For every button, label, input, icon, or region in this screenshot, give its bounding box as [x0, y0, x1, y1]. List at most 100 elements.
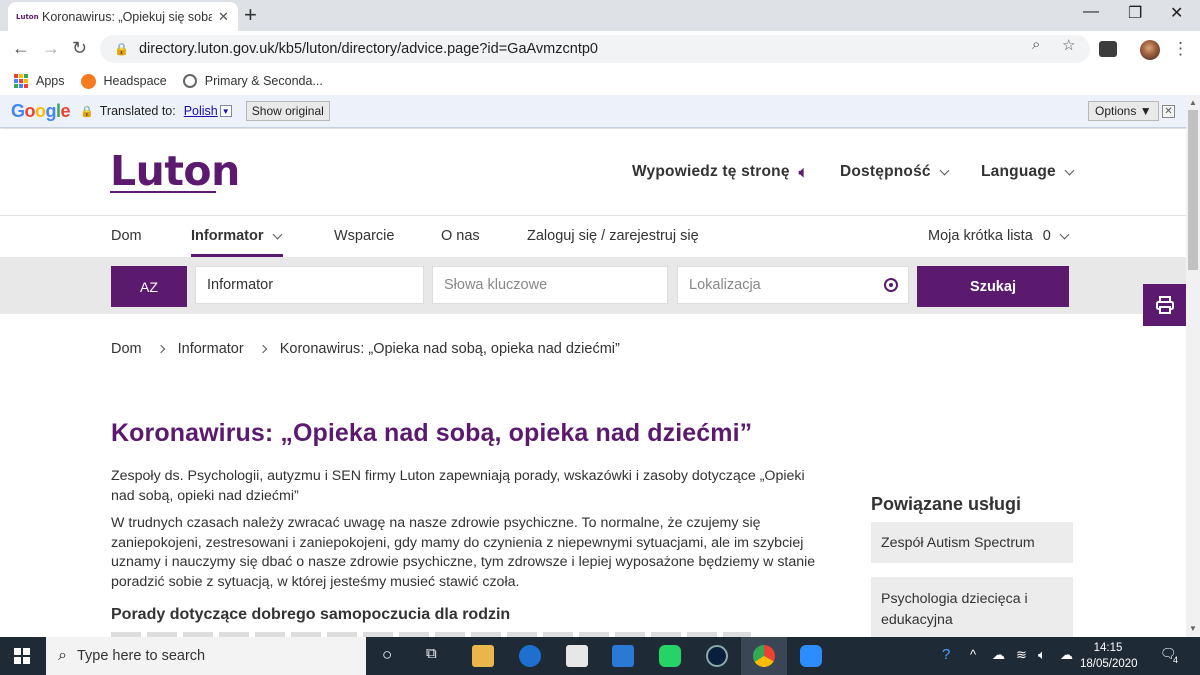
bookmark-label: Primary & Seconda...: [204, 74, 323, 88]
translate-options-button[interactable]: Options ▼: [1088, 101, 1159, 121]
nav-item-home[interactable]: Dom: [111, 228, 142, 244]
language-dropdown-icon[interactable]: ▼: [219, 105, 232, 117]
chevron-right-icon: [258, 344, 267, 354]
reload-icon[interactable]: ↻: [72, 38, 87, 59]
print-button[interactable]: [1143, 284, 1186, 326]
scroll-thumb[interactable]: [1188, 110, 1198, 270]
translate-close-icon[interactable]: ✕: [1162, 105, 1175, 118]
store-icon[interactable]: [566, 645, 588, 667]
clock-time: 14:15: [1093, 642, 1123, 654]
forward-icon[interactable]: →: [42, 38, 60, 59]
restore-icon[interactable]: ❐: [1128, 3, 1142, 23]
search-icon: ⌕: [58, 647, 67, 664]
translate-lock-icon: 🔒: [80, 105, 94, 118]
location-input[interactable]: Lokalizacja: [677, 266, 909, 304]
app-icon[interactable]: [706, 645, 728, 667]
scroll-up-icon[interactable]: ▲: [1189, 98, 1197, 107]
chevron-down-icon: [272, 229, 282, 239]
cortana-icon[interactable]: ○: [382, 645, 392, 665]
nav-directory-label: Informator: [191, 228, 264, 244]
language-menu[interactable]: Language: [981, 163, 1075, 181]
chrome-menu-icon[interactable]: ⋮: [1172, 39, 1189, 59]
search-button[interactable]: Szukaj: [917, 266, 1069, 307]
directory-select[interactable]: Informator: [195, 266, 424, 304]
mail-icon[interactable]: [612, 645, 634, 667]
new-tab-icon[interactable]: +: [244, 4, 257, 26]
extension-icon[interactable]: [1099, 41, 1117, 57]
tray-overflow-icon[interactable]: ^: [970, 647, 976, 662]
bookmark-label: Headspace: [103, 74, 167, 88]
bookmark-star-icon[interactable]: ☆: [1062, 36, 1075, 54]
nav-item-directory[interactable]: Informator: [191, 228, 282, 244]
speaker-icon: 🔈︎: [798, 163, 808, 181]
file-explorer-icon[interactable]: [472, 645, 494, 667]
breadcrumb-home[interactable]: Dom: [111, 341, 142, 357]
keywords-placeholder: Słowa kluczowe: [444, 277, 548, 293]
minimize-icon[interactable]: —: [1083, 3, 1099, 21]
edge-icon[interactable]: [519, 645, 541, 667]
search-band: AZ Informator Słowa kluczowe Lokalizacja…: [0, 257, 1186, 314]
back-icon[interactable]: ←: [12, 38, 30, 59]
tab-close-icon[interactable]: ✕: [218, 9, 229, 25]
show-original-button[interactable]: Show original: [245, 101, 330, 121]
windows-start-icon[interactable]: [14, 648, 30, 664]
browser-tab[interactable]: Luton Koronawirus: „Opiekuj się sobą, o …: [8, 2, 238, 31]
shortlist-menu[interactable]: Moja krótka lista 0: [928, 228, 1070, 244]
luton-logo[interactable]: Luton: [110, 147, 240, 195]
main-navigation: Dom Informator Wsparcie O nas Zaloguj si…: [0, 216, 1186, 257]
breadcrumb-directory[interactable]: Informator: [178, 341, 244, 357]
bookmark-headspace[interactable]: Headspace: [80, 73, 167, 89]
chevron-down-icon: [1059, 229, 1070, 239]
read-page-button[interactable]: Wypowiedz tę stronę 🔈︎: [632, 163, 808, 181]
nav-item-support[interactable]: Wsparcie: [334, 228, 394, 244]
help-icon[interactable]: ?: [942, 646, 950, 663]
google-translate-bar: Google 🔒 Translated to: Polish ▼ Show or…: [0, 95, 1200, 128]
globe-icon: [182, 74, 197, 88]
address-bar[interactable]: 🔒 directory.luton.gov.uk/kb5/luton/direc…: [100, 35, 1090, 63]
zoom-search-icon[interactable]: ⌕: [1032, 36, 1040, 53]
location-placeholder: Lokalizacja: [689, 277, 761, 293]
accessibility-label: Dostępność: [840, 163, 931, 180]
window-close-icon[interactable]: ✕: [1170, 3, 1183, 23]
zoom-icon[interactable]: [800, 645, 822, 667]
tab-title: Koronawirus: „Opiekuj się sobą, o: [42, 9, 212, 24]
page-scrollbar[interactable]: ▲ ▼: [1186, 96, 1200, 637]
locate-me-icon[interactable]: [884, 278, 898, 292]
translated-to-label: Translated to:: [99, 104, 176, 118]
chevron-right-icon: [156, 344, 165, 354]
related-service-item[interactable]: Zespół Autism Spectrum: [871, 522, 1073, 563]
scroll-down-icon[interactable]: ▼: [1189, 624, 1197, 633]
shortlist-label: Moja krótka lista: [928, 228, 1033, 244]
profile-avatar[interactable]: [1140, 40, 1160, 60]
bookmark-primary-secondary[interactable]: Primary & Seconda...: [182, 74, 323, 88]
wifi-icon[interactable]: ≋: [1016, 647, 1027, 663]
browser-toolbar: ← → ↻ 🔒 directory.luton.gov.uk/kb5/luton…: [0, 31, 1200, 67]
windows-taskbar: ⌕ Type here to search ○ ⧉ ? ^ ☁ ≋ 🔈︎ ☁ 1…: [0, 637, 1200, 675]
related-service-item[interactable]: Psychologia dziecięca i edukacyjna: [871, 577, 1073, 637]
nav-item-about[interactable]: O nas: [441, 228, 480, 244]
volume-icon[interactable]: 🔈︎: [1038, 647, 1046, 663]
bookmark-apps[interactable]: Apps: [14, 74, 65, 88]
notification-count: 4: [1173, 655, 1179, 665]
cloud-sync-icon[interactable]: ☁: [1060, 647, 1073, 663]
keywords-input[interactable]: Słowa kluczowe: [432, 266, 668, 304]
bookmarks-bar: Apps Headspace Primary & Seconda...: [0, 67, 1200, 95]
accessibility-menu[interactable]: Dostępność: [840, 163, 950, 181]
printer-icon: [1155, 296, 1174, 314]
browser-tab-strip: Luton Koronawirus: „Opiekuj się sobą, o …: [0, 0, 1200, 31]
taskbar-search[interactable]: ⌕ Type here to search: [46, 637, 366, 675]
onedrive-icon[interactable]: ☁: [992, 647, 1005, 663]
task-view-icon[interactable]: ⧉: [426, 645, 437, 662]
taskbar-clock[interactable]: 14:15 18/05/2020: [1080, 640, 1138, 672]
google-logo: Google: [11, 100, 71, 121]
chrome-icon[interactable]: [753, 645, 775, 667]
wellbeing-subheading: Porady dotyczące dobrego samopoczucia dl…: [111, 606, 511, 623]
bookmark-label: Apps: [36, 74, 65, 88]
nav-item-login[interactable]: Zaloguj się / zarejestruj się: [527, 228, 699, 244]
az-button[interactable]: AZ: [111, 266, 187, 307]
related-services-title: Powiązane usługi: [871, 494, 1022, 514]
clock-date: 18/05/2020: [1080, 658, 1138, 670]
translate-language-link[interactable]: Polish: [184, 104, 218, 118]
read-page-label: Wypowiedz tę stronę: [632, 163, 790, 180]
whatsapp-icon[interactable]: [659, 645, 681, 667]
